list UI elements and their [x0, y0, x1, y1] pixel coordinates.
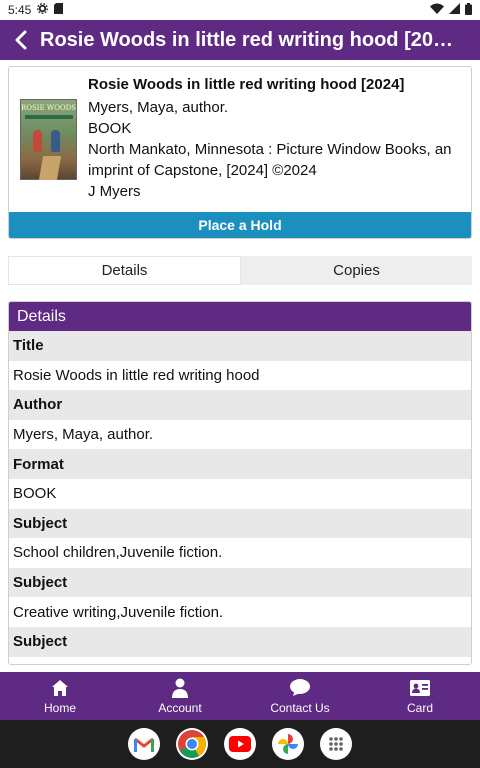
details-header: Details [9, 302, 471, 331]
system-dock [0, 720, 480, 768]
detail-value: Creative writing,Juvenile fiction. [9, 597, 471, 627]
app-drawer-icon[interactable] [320, 728, 352, 760]
youtube-icon[interactable] [224, 728, 256, 760]
nav-label: Account [158, 700, 202, 715]
book-format: BOOK [88, 120, 132, 137]
signal-icon [449, 3, 460, 17]
book-call-number: J Myers [88, 183, 141, 200]
book-summary-card: ROSIE WOODS Rosie Woods in little red wr… [8, 66, 472, 239]
tab-copies[interactable]: Copies [241, 256, 472, 285]
main-content[interactable]: ROSIE WOODS Rosie Woods in little red wr… [0, 60, 480, 672]
sim-status-icon [54, 3, 64, 17]
detail-label: Subject [9, 567, 471, 598]
settings-status-icon [37, 3, 49, 17]
book-cover-image[interactable]: ROSIE WOODS [20, 99, 77, 180]
page-title: Rosie Woods in little red writing hood [… [40, 28, 460, 51]
clock: 5:45 [8, 3, 32, 17]
book-author: Myers, Maya, author. [88, 99, 229, 116]
detail-value: Rosie Woods in little red writing hood [9, 360, 471, 391]
detail-value: School children,Juvenile fiction. [9, 538, 471, 568]
photos-icon[interactable] [272, 728, 304, 760]
nav-label: Home [43, 700, 76, 715]
nav-card[interactable]: Card [360, 672, 480, 720]
detail-label: Subject [9, 508, 471, 539]
wifi-icon [430, 3, 444, 17]
cover-title-text: ROSIE WOODS [21, 104, 76, 112]
card-icon [410, 678, 430, 698]
home-icon [50, 678, 70, 698]
bottom-navigation: Home Account Contact Us Card [0, 672, 480, 720]
detail-value: BOOK [9, 478, 471, 509]
nav-label: Contact Us [270, 700, 330, 715]
detail-tabs: Details Copies [8, 256, 472, 285]
chat-icon [290, 678, 310, 698]
detail-label: Title [9, 331, 471, 361]
cover-path [38, 156, 62, 180]
book-publisher: North Mankato, Minnesota : Picture Windo… [88, 141, 452, 179]
detail-value: Myers, Maya, author. [9, 419, 471, 450]
cover-subtitle-band [25, 115, 73, 119]
battery-icon [465, 2, 472, 18]
book-info: Rosie Woods in little red writing hood [… [88, 75, 468, 202]
status-bar: 5:45 [0, 0, 480, 20]
cover-figure [51, 130, 60, 152]
nav-label: Card [406, 700, 433, 715]
cover-figure [33, 130, 42, 152]
gmail-icon[interactable] [128, 728, 160, 760]
place-hold-button[interactable]: Place a Hold [9, 212, 471, 238]
back-arrow-icon [15, 30, 27, 50]
account-icon [170, 678, 190, 698]
detail-label: Author [9, 390, 471, 420]
app-bar: Rosie Woods in little red writing hood [… [0, 20, 480, 60]
nav-account[interactable]: Account [120, 672, 240, 720]
book-title: Rosie Woods in little red writing hood [… [88, 76, 405, 93]
nav-home[interactable]: Home [0, 672, 120, 720]
nav-contact-us[interactable]: Contact Us [240, 672, 360, 720]
back-button[interactable] [8, 25, 34, 55]
chrome-icon[interactable] [176, 728, 208, 760]
detail-label: Format [9, 449, 471, 479]
details-panel: Details Title Rosie Woods in little red … [8, 301, 472, 665]
detail-label: Subject [9, 626, 471, 657]
tab-details[interactable]: Details [8, 256, 241, 285]
